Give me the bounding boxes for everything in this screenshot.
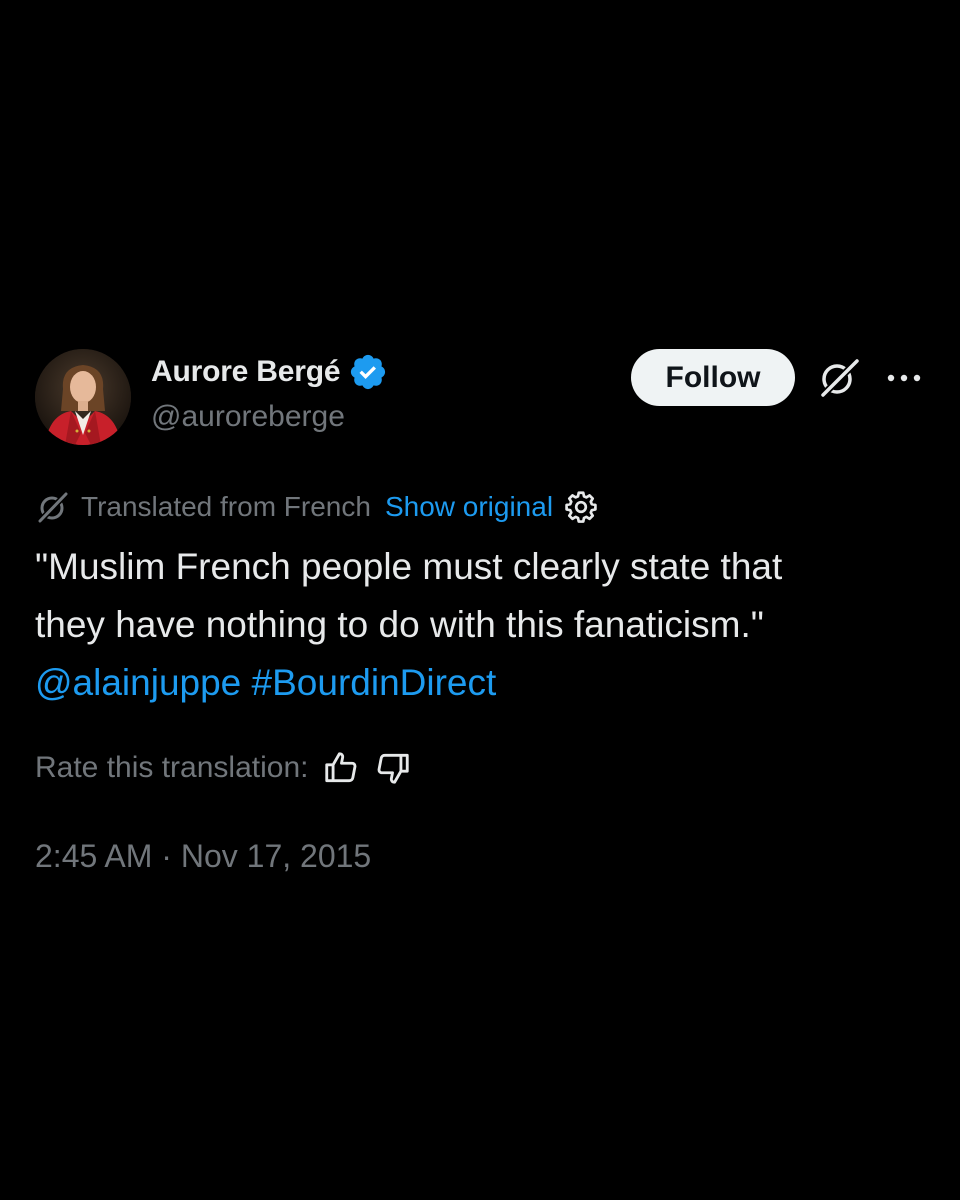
follow-button[interactable]: Follow [631, 349, 795, 406]
verified-badge-icon[interactable] [348, 352, 388, 392]
author-handle[interactable]: @auroreberge [151, 400, 345, 434]
tweet-text-line-1: "Muslim French people must clearly state… [35, 546, 783, 587]
rate-translation-label: Rate this translation: [35, 751, 309, 784]
mention-link[interactable]: @alainjuppe [35, 662, 241, 703]
avatar-image [35, 349, 131, 445]
show-original-link[interactable]: Show original [385, 491, 553, 523]
author-display-name[interactable]: Aurore Bergé [151, 355, 341, 389]
tweet-card: Aurore Bergé @auroreberge Follow Transla… [0, 0, 960, 1200]
grok-translate-icon [35, 489, 71, 525]
tweet-text: "Muslim French people must clearly state… [35, 538, 935, 712]
thumbs-down-icon[interactable] [374, 749, 412, 787]
grok-icon[interactable] [815, 355, 861, 401]
more-options-icon[interactable] [884, 364, 924, 392]
translated-from-label: Translated from French [81, 491, 371, 522]
rate-translation-bar: Rate this translation: [35, 746, 412, 790]
tweet-text-line-2: they have nothing to do with this fanati… [35, 604, 764, 645]
translation-bar: Translated from French Show original [35, 487, 599, 527]
gear-icon[interactable] [563, 489, 599, 525]
author-name-row: Aurore Bergé [151, 352, 388, 392]
thumbs-up-icon[interactable] [322, 749, 360, 787]
hashtag-link[interactable]: #BourdinDirect [252, 662, 497, 703]
tweet-links-line: @alainjuppe #BourdinDirect [35, 654, 935, 712]
avatar[interactable] [35, 349, 131, 445]
tweet-timestamp[interactable]: 2:45 AM · Nov 17, 2015 [35, 838, 371, 875]
